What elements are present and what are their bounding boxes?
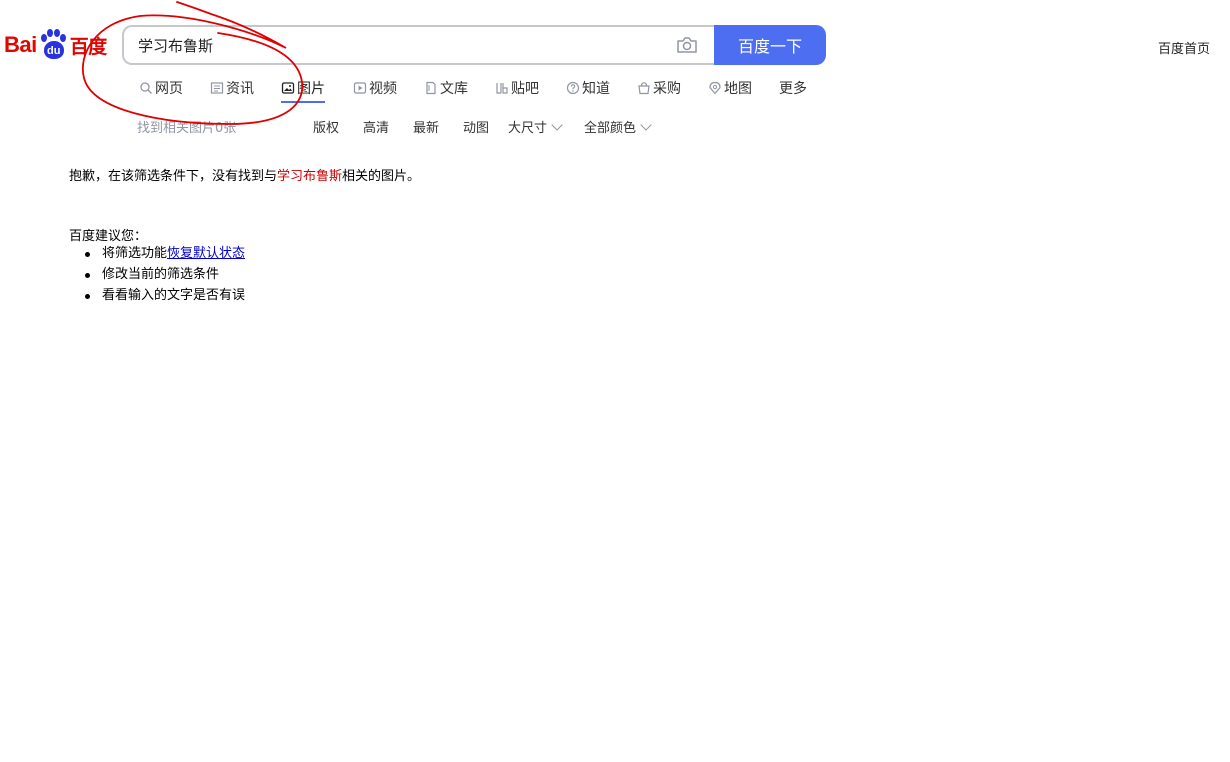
tab-label: 网页 (155, 81, 183, 97)
chevron-down-icon (551, 118, 563, 131)
tab-images[interactable]: 图片 (281, 78, 325, 103)
filter-animated[interactable]: 动图 (463, 117, 489, 136)
suggestion-title: 百度建议您： (69, 229, 148, 244)
tab-tieba[interactable]: 贴吧 (495, 78, 539, 98)
tab-label: 文库 (440, 81, 468, 97)
search-icon (140, 82, 152, 94)
filter-latest[interactable]: 最新 (413, 117, 439, 136)
logo-text-bai: Bai (4, 32, 37, 57)
reset-filters-link[interactable]: 恢复默认状态 (167, 246, 245, 261)
tab-web[interactable]: 网页 (139, 78, 183, 98)
search-tabs: 网页 资讯 图片 视频 文库 贴吧 知道 采购 地图 更多 (139, 78, 807, 104)
suggestion-text: 将筛选功能 (102, 246, 168, 261)
suggestion-list: 将筛选功能恢复默认状态 修改当前的筛选条件 看看输入的文字是否有误 (84, 245, 246, 308)
tab-label: 贴吧 (511, 81, 539, 97)
chevron-down-icon (640, 118, 652, 131)
question-icon (566, 81, 580, 95)
logo-text-baidu: 百度 (69, 35, 108, 58)
tab-label: 采购 (653, 81, 681, 97)
baidu-logo[interactable]: Bai du 百度 (4, 27, 107, 63)
no-result-prefix: 抱歉，在该筛选条件下，没有找到与 (69, 169, 278, 184)
filter-hd[interactable]: 高清 (363, 117, 389, 136)
shopping-icon (638, 82, 650, 95)
video-icon (353, 82, 367, 94)
tab-label: 视频 (369, 81, 397, 97)
no-result-message: 抱歉，在该筛选条件下，没有找到与学习布鲁斯相关的图片。 (69, 165, 420, 184)
document-icon (426, 81, 436, 95)
suggestion-text: 修改当前的筛选条件 (102, 267, 220, 282)
search-button[interactable]: 百度一下 (714, 25, 826, 65)
tab-map[interactable]: 地图 (708, 78, 752, 98)
map-icon (709, 81, 721, 95)
filter-color-dropdown[interactable]: 全部颜色 (584, 117, 652, 136)
search-input[interactable] (138, 27, 658, 63)
news-icon (210, 82, 224, 94)
tab-label: 知道 (582, 81, 610, 97)
home-link[interactable]: 百度首页 (1158, 38, 1210, 57)
tab-wenku[interactable]: 文库 (424, 78, 468, 98)
tab-zhidao[interactable]: 知道 (566, 78, 610, 98)
search-box (122, 25, 714, 65)
logo-text-du: du (43, 41, 64, 59)
annotation-circle (82, 1, 304, 125)
paw-icon: du (38, 29, 68, 61)
result-count: 找到相关图片0张 (137, 121, 237, 136)
tieba-icon (496, 83, 508, 94)
suggestion-item: 将筛选功能恢复默认状态 (84, 245, 245, 266)
camera-icon[interactable] (676, 36, 698, 54)
no-result-suffix: 相关的图片。 (342, 169, 421, 184)
filter-size-dropdown[interactable]: 大尺寸 (508, 117, 563, 136)
tab-more[interactable]: 更多 (779, 78, 807, 98)
tab-label: 更多 (779, 81, 807, 97)
tab-label: 资讯 (226, 81, 254, 97)
tab-video[interactable]: 视频 (353, 78, 397, 98)
suggestion-text: 看看输入的文字是否有误 (102, 288, 246, 303)
tab-label: 图片 (297, 81, 325, 97)
suggestion-item: 修改当前的筛选条件 (84, 266, 245, 287)
tab-purchase[interactable]: 采购 (637, 78, 681, 98)
filter-copyright[interactable]: 版权 (313, 117, 339, 136)
suggestion-item: 看看输入的文字是否有误 (84, 287, 246, 308)
filter-color-label: 全部颜色 (584, 121, 637, 136)
no-result-keyword: 学习布鲁斯 (277, 169, 343, 184)
tab-label: 地图 (724, 81, 752, 97)
filter-size-label: 大尺寸 (508, 121, 548, 136)
image-icon (281, 82, 295, 94)
tab-news[interactable]: 资讯 (210, 78, 254, 98)
